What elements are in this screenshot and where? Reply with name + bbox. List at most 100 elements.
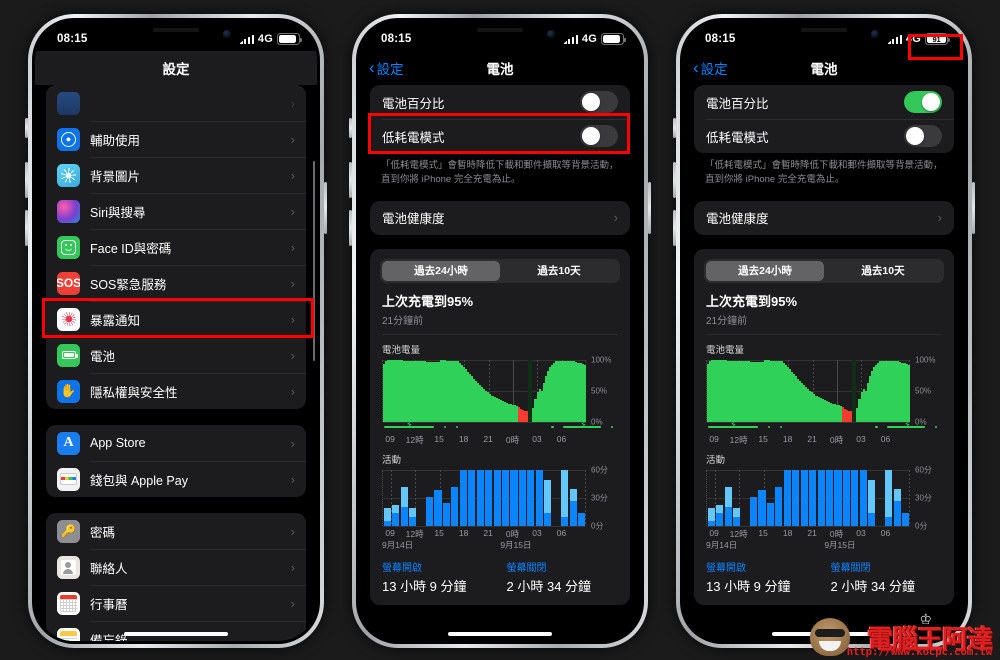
activity-plot [706,469,910,527]
mute-switch[interactable] [673,118,676,138]
x-tick-label: 09 [385,527,395,538]
mute-switch[interactable] [349,118,352,138]
activity-date-labels: 9月14日 9月15日 [382,539,532,550]
network-type-label: 4G [257,33,273,45]
sidebar-item-wallpaper[interactable]: 背景圖片 › [46,157,306,193]
x-tick-label: 03 [856,527,866,538]
faceid-icon [57,235,80,259]
volume-up-button[interactable] [25,162,28,198]
wallpaper-icon [57,163,80,187]
sidebar-item-sos[interactable]: SOS SOS緊急服務 › [46,265,306,301]
sidebar-item-wallet[interactable]: 錢包與 Apple Pay › [46,461,306,497]
volume-up-button[interactable] [673,162,676,198]
x-tick-label: 0時 [505,434,520,445]
sidebar-item-app-store[interactable]: A App Store › [46,425,306,461]
screen-off-label: 螢幕關閉 [506,562,547,574]
sidebar-item-privacy[interactable]: ✋ 隱私權與安全性 › [46,373,306,409]
volume-down-button[interactable] [349,210,352,246]
battery-percentage-toggle[interactable] [580,91,618,113]
charging-segment [610,425,614,429]
back-button[interactable]: ‹ 設定 [369,58,404,78]
battery-percentage-toggle[interactable] [904,91,942,113]
sidebar-item-contacts[interactable]: 聯絡人 › [46,549,306,585]
tab-last-10-days[interactable]: 過去10天 [824,261,942,281]
watermark: ♔ 電腦王阿達 http://www.kocpc.com.tw [808,612,994,658]
battery-settings-icon [57,343,80,367]
low-power-mode-toggle[interactable] [904,125,942,147]
chart-bar [442,470,450,526]
front-camera-icon [223,30,231,38]
link-label: 電池健康度 [382,212,445,227]
low-power-mode-row[interactable]: 低耗電模式 [370,119,630,153]
tab-last-10-days[interactable]: 過去10天 [500,261,618,281]
battery-level-y-axis: 100% 50% 0% [915,355,936,427]
power-button[interactable] [324,182,327,234]
x-tick-label: 06 [556,527,567,538]
notes-icon [57,627,80,641]
chart-bar [518,469,527,526]
chart-bar [851,469,859,526]
watermark-url: http://www.kocpc.com.tw [846,645,993,658]
x-tick-label: 15 [434,433,444,444]
mute-switch[interactable] [25,118,28,138]
battery-level-chart: 電池電量 100% 50% 0% ⚡ ⚡ 09 12時 15 18 21 0時 … [694,335,954,445]
sidebar-item-passwords[interactable]: 🔑 密碼 › [46,513,306,549]
settings-scroll-view[interactable]: › ● 輔助使用 › 背景圖片 › Siri與搜尋 › Face ID與密碼 ›… [35,21,317,641]
chevron-right-icon: › [290,203,295,219]
sidebar-item-faceid[interactable]: Face ID與密碼 › [46,229,306,265]
power-button[interactable] [648,182,651,234]
chart-bar [715,470,724,526]
charging-bolt-icon: ⚡ [405,419,413,431]
last-charge-block: 上次充電到95% 21分鐘前 [694,283,954,327]
back-button[interactable]: ‹ 設定 [693,58,728,78]
settings-nav-bar: 設定 [35,51,317,85]
x-tick-label: 03 [856,433,866,444]
status-time: 08:15 [381,33,412,45]
sidebar-item-accessibility[interactable]: ● 輔助使用 › [46,121,306,157]
chart-bar [425,470,434,526]
battery-health-link[interactable]: 電池健康度 › [370,201,630,235]
battery-scroll-view[interactable]: 電池百分比 低耗電模式 「低耗電模式」會暫時降低下載和郵件擷取等背景活動，直到你… [683,21,965,641]
low-power-mode-toggle[interactable] [580,125,618,147]
sidebar-item-exposure[interactable]: 暴露通知 › [46,301,306,337]
sidebar-item-calendar[interactable]: 行事曆 › [46,585,306,621]
battery-usage-card: 過去24小時 過去10天 上次充電到95% 21分鐘前 電池電量 100% 50… [694,248,954,605]
volume-down-button[interactable] [25,210,28,246]
chart-bar [510,469,518,526]
notch [429,21,571,47]
row-label: App Store [90,436,146,450]
scrollbar[interactable] [312,161,315,361]
screen-on-label: 螢幕開啟 [382,562,422,574]
low-power-mode-row[interactable]: 低耗電模式 [694,119,954,153]
chart-bar [876,470,884,526]
power-button[interactable] [972,182,975,234]
battery-percentage-row[interactable]: 電池百分比 [694,85,954,119]
sidebar-item-battery[interactable]: 電池 › [46,337,306,373]
row-label: 錢包與 Apple Pay [90,473,188,488]
volume-up-button[interactable] [349,162,352,198]
home-indicator[interactable] [124,632,228,636]
phone-2-screen: 電池百分比 低耗電模式 「低耗電模式」會暫時降低下載和郵件擷取等背景活動，直到你… [359,21,641,641]
battery-percentage-row[interactable]: 電池百分比 [370,85,630,119]
chevron-right-icon: › [290,523,295,539]
chart-bar [766,470,774,526]
time-range-segmented-control[interactable]: 過去24小時 過去10天 [380,258,620,283]
mascot-face-icon [810,618,850,656]
battery-health-card: 電池健康度 › [370,200,630,235]
sidebar-item-siri[interactable]: Siri與搜尋 › [46,193,306,229]
chevron-left-icon: ‹ [369,58,375,77]
chart-bars [383,360,586,422]
tab-last-24-hours[interactable]: 過去24小時 [382,260,500,281]
home-indicator[interactable] [448,632,552,636]
tab-last-24-hours[interactable]: 過去24小時 [706,260,824,281]
sidebar-item-partial-top[interactable]: › [46,85,306,121]
sidebar-item-notes[interactable]: 備忘錄 › [46,621,306,641]
battery-scroll-view[interactable]: 電池百分比 低耗電模式 「低耗電模式」會暫時降低下載和郵件擷取等背景活動，直到你… [359,21,641,641]
battery-health-link[interactable]: 電池健康度 › [694,201,954,235]
chevron-right-icon: › [290,631,295,642]
time-range-segmented-control[interactable]: 過去24小時 過去10天 [704,258,944,283]
chart-bar [741,470,749,526]
volume-down-button[interactable] [673,210,676,246]
chart-bar [775,470,783,526]
chevron-right-icon: › [290,559,295,575]
